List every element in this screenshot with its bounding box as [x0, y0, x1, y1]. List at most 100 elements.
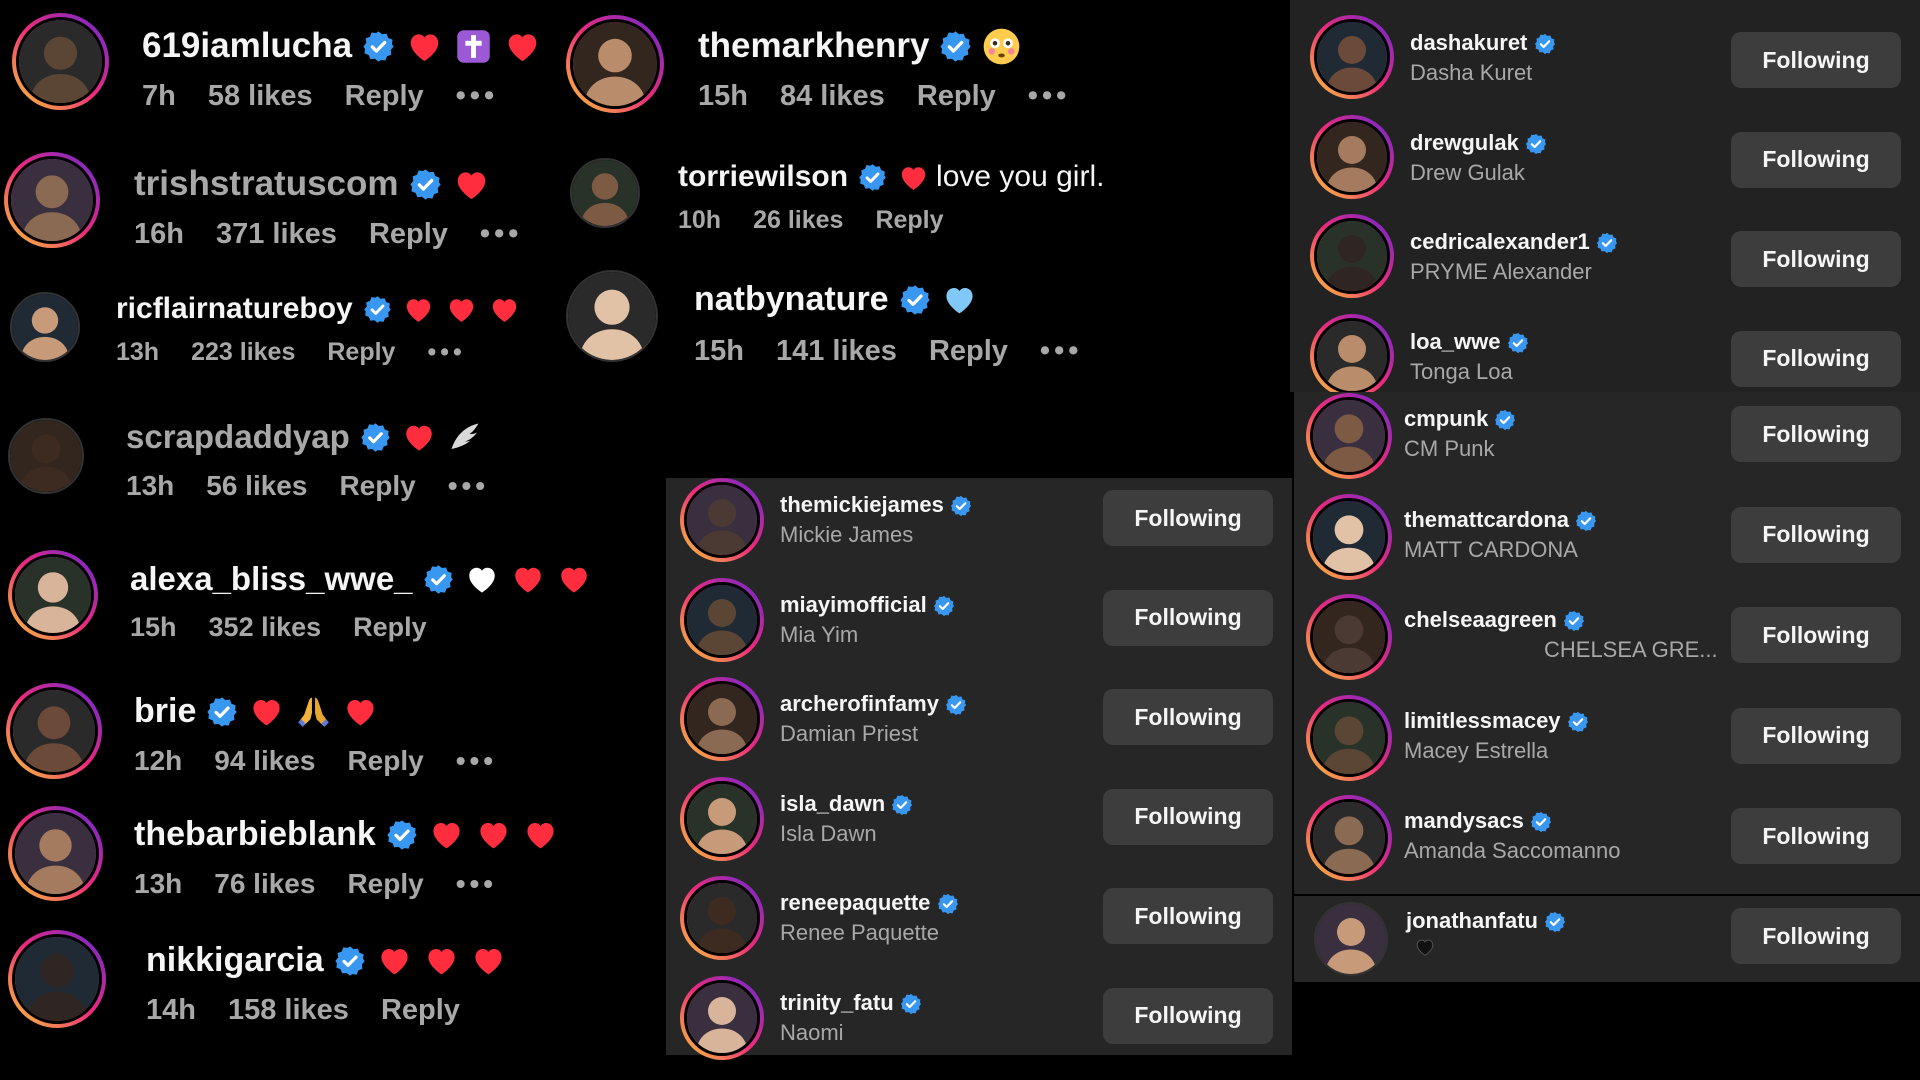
following-button[interactable]: Following [1103, 689, 1273, 745]
username-text[interactable]: themattcardona [1404, 507, 1569, 532]
comment-username[interactable]: nikkigarcia [146, 941, 324, 980]
reply-button[interactable]: Reply [369, 218, 448, 251]
following-username[interactable]: reneepaquette [780, 890, 959, 916]
following-button[interactable]: Following [1731, 131, 1901, 188]
commenter-avatar[interactable] [8, 806, 103, 901]
following-button[interactable]: Following [1103, 987, 1273, 1044]
following-button[interactable]: Following [1103, 589, 1273, 646]
following-row[interactable]: trinity_fatu Naomi Following [666, 975, 1292, 1076]
commenter-avatar[interactable] [566, 270, 658, 362]
more-options-icon[interactable]: ••• [456, 745, 497, 777]
following-username[interactable]: miayimofficial [780, 592, 955, 618]
following-button[interactable]: Following [1103, 888, 1273, 944]
username-text[interactable]: trinity_fatu [780, 990, 894, 1015]
following-row[interactable]: themattcardona MATT CARDONA Following [1294, 493, 1920, 594]
following-button[interactable]: Following [1103, 788, 1273, 845]
following-username[interactable]: drewgulak [1410, 130, 1547, 156]
reply-button[interactable]: Reply [353, 612, 427, 643]
reply-button[interactable]: Reply [875, 206, 943, 235]
commenter-avatar[interactable] [8, 418, 84, 494]
commenter-avatar[interactable] [4, 152, 100, 248]
username-text[interactable]: reneepaquette [780, 890, 930, 915]
following-username[interactable]: limitlessmacey [1404, 708, 1589, 734]
comment-likes[interactable]: 371 likes [216, 218, 337, 251]
comment-likes[interactable]: 26 likes [753, 206, 843, 235]
more-options-icon[interactable]: ••• [448, 470, 489, 502]
more-options-icon[interactable]: ••• [1028, 80, 1070, 113]
comment-likes[interactable]: 352 likes [209, 612, 322, 643]
comment-username[interactable]: themarkhenry [698, 26, 929, 66]
following-username[interactable]: jonathanfatu [1406, 908, 1566, 934]
commenter-avatar[interactable] [6, 683, 102, 779]
username-text[interactable]: dashakuret [1410, 30, 1527, 55]
comment-likes[interactable]: 76 likes [214, 868, 315, 900]
following-button[interactable]: Following [1731, 908, 1901, 964]
following-row[interactable]: miayimofficial Mia Yim Following [666, 577, 1292, 678]
comment-username[interactable]: 619iamlucha [142, 26, 352, 66]
username-text[interactable]: miayimofficial [780, 592, 927, 617]
following-avatar[interactable] [1310, 214, 1394, 298]
commenter-avatar[interactable] [570, 158, 640, 228]
comment-likes[interactable]: 56 likes [206, 470, 307, 502]
commenter-avatar[interactable] [10, 292, 80, 362]
following-button[interactable]: Following [1731, 32, 1901, 88]
username-text[interactable]: jonathanfatu [1406, 908, 1538, 933]
more-options-icon[interactable]: ••• [456, 80, 498, 113]
following-row[interactable]: chelseaagreen CHELSEA GRE... Following [1294, 593, 1920, 694]
username-text[interactable]: cedricalexander1 [1410, 229, 1590, 254]
following-button[interactable]: Following [1731, 231, 1901, 287]
following-username[interactable]: chelseaagreen [1404, 607, 1585, 633]
following-avatar[interactable] [1306, 594, 1392, 680]
following-button[interactable]: Following [1103, 490, 1273, 546]
commenter-avatar[interactable] [8, 550, 98, 640]
username-text[interactable]: cmpunk [1404, 406, 1488, 431]
following-button[interactable]: Following [1731, 607, 1901, 663]
reply-button[interactable]: Reply [345, 80, 424, 113]
comment-username[interactable]: trishstratuscom [134, 164, 399, 204]
following-row[interactable]: cmpunk CM Punk Following [1294, 392, 1920, 493]
following-row[interactable]: archerofinfamy Damian Priest Following [666, 677, 1292, 777]
following-row[interactable]: drewgulak Drew Gulak Following [1290, 110, 1920, 210]
following-row[interactable]: cedricalexander1 PRYME Alexander Followin… [1290, 209, 1920, 309]
following-username[interactable]: dashakuret [1410, 30, 1556, 56]
comment-username[interactable]: natbynature [694, 280, 889, 319]
following-username[interactable]: isla_dawn [780, 791, 913, 817]
following-button[interactable]: Following [1731, 330, 1901, 387]
reply-button[interactable]: Reply [347, 745, 423, 777]
more-options-icon[interactable]: ••• [456, 868, 497, 900]
username-text[interactable]: drewgulak [1410, 130, 1519, 155]
following-username[interactable]: cedricalexander1 [1410, 229, 1618, 255]
following-username[interactable]: themattcardona [1404, 507, 1597, 533]
comment-username[interactable]: thebarbieblank [134, 815, 376, 854]
following-avatar[interactable] [1306, 795, 1392, 881]
reply-button[interactable]: Reply [929, 335, 1008, 368]
comment-likes[interactable]: 58 likes [208, 80, 313, 113]
comment-likes[interactable]: 94 likes [214, 745, 315, 777]
following-username[interactable]: themickiejames [780, 492, 972, 518]
comment-likes[interactable]: 141 likes [776, 335, 897, 368]
comment-username[interactable]: torriewilson [678, 160, 848, 194]
more-options-icon[interactable]: ••• [480, 218, 522, 251]
more-options-icon[interactable]: ••• [1040, 335, 1082, 368]
following-button[interactable]: Following [1731, 707, 1901, 764]
following-username[interactable]: trinity_fatu [780, 990, 922, 1016]
comment-likes[interactable]: 223 likes [191, 338, 295, 367]
comment-likes[interactable]: 158 likes [228, 994, 349, 1027]
following-avatar[interactable] [1306, 694, 1392, 781]
following-row[interactable]: jonathanfatu Following [1294, 896, 1920, 982]
following-username[interactable]: loa_wwe [1410, 329, 1529, 355]
following-avatar[interactable] [1306, 393, 1392, 479]
following-row[interactable]: reneepaquette Renee Paquette Following [666, 876, 1292, 976]
comment-username[interactable]: alexa_bliss_wwe_ [130, 560, 413, 598]
following-row[interactable]: mandysacs Amanda Saccomanno Following [1294, 794, 1920, 895]
following-avatar[interactable] [680, 478, 764, 562]
following-avatar[interactable] [1306, 493, 1392, 580]
following-avatar[interactable] [1310, 313, 1394, 398]
following-avatar[interactable] [1310, 15, 1394, 99]
commenter-avatar[interactable] [566, 15, 664, 113]
following-row[interactable]: isla_dawn Isla Dawn Following [666, 776, 1292, 877]
following-row[interactable]: limitlessmacey Macey Estrella Following [1294, 694, 1920, 795]
following-username[interactable]: archerofinfamy [780, 691, 967, 717]
comment-username[interactable]: scrapdaddyap [126, 418, 350, 456]
commenter-avatar[interactable] [8, 930, 106, 1028]
